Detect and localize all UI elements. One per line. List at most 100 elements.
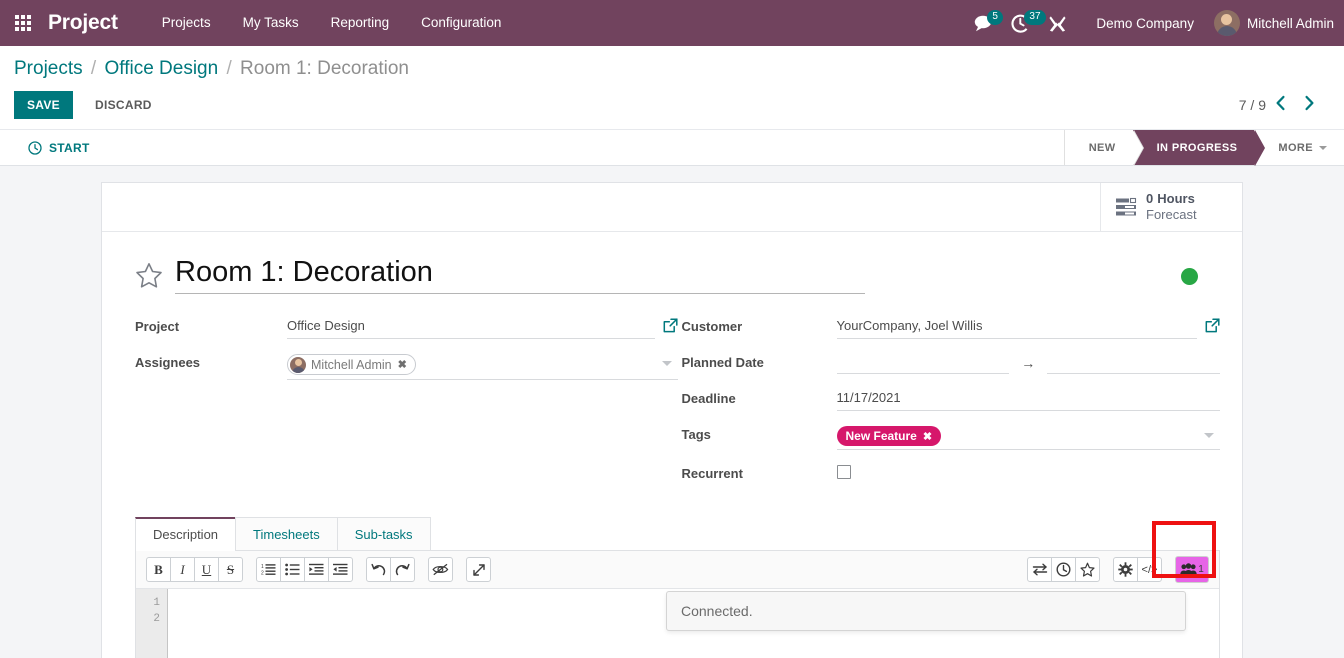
notebook: Description Timesheets Sub-tasks B I U S <box>102 505 1242 658</box>
kanban-state-dot[interactable] <box>1181 268 1198 285</box>
exchange-arrows-icon[interactable] <box>1027 557 1052 582</box>
users-group-icon <box>1180 563 1197 577</box>
planned-date-start-input[interactable] <box>837 352 1010 374</box>
stage-in-progress[interactable]: IN PROGRESS <box>1133 130 1255 165</box>
pager-previous-button[interactable] <box>1266 95 1295 115</box>
chevron-down-icon[interactable] <box>1204 433 1214 438</box>
user-menu-button[interactable]: Mitchell Admin <box>1208 10 1334 36</box>
description-editor: B I U S 1 2 <box>135 551 1220 658</box>
menu-item-reporting[interactable]: Reporting <box>315 0 406 46</box>
stage-new-label: NEW <box>1089 142 1116 154</box>
activities-button[interactable]: 37 <box>1002 0 1039 46</box>
menu-item-my-tasks[interactable]: My Tasks <box>227 0 315 46</box>
field-label-tags: Tags <box>682 424 837 442</box>
task-name-field[interactable]: Room 1: Decoration <box>175 254 865 294</box>
debug-tools-button[interactable] <box>1039 0 1076 46</box>
italic-icon[interactable]: I <box>170 557 195 582</box>
toolbar-group-history <box>366 557 415 582</box>
tab-timesheets[interactable]: Timesheets <box>235 517 338 550</box>
pager-next-button[interactable] <box>1295 95 1324 115</box>
hours-forecast-icon <box>1115 197 1137 217</box>
messages-count-badge: 5 <box>987 10 1003 25</box>
task-name-value[interactable]: Room 1: Decoration <box>175 254 865 294</box>
planned-date-end-input[interactable] <box>1047 352 1220 374</box>
messages-button[interactable]: 5 <box>965 0 1002 46</box>
bold-icon[interactable]: B <box>146 557 171 582</box>
field-row-recurrent: Recurrent <box>682 463 1221 486</box>
eye-slash-preview-icon[interactable] <box>428 557 453 582</box>
apps-menu-button[interactable] <box>0 0 46 46</box>
unordered-list-icon[interactable] <box>280 557 305 582</box>
field-value-deadline[interactable]: 11/17/2021 <box>837 388 1221 411</box>
remove-tag-icon[interactable]: ✖ <box>923 430 932 443</box>
main-menu: Projects My Tasks Reporting Configuratio… <box>146 0 518 46</box>
user-name-label: Mitchell Admin <box>1247 16 1334 31</box>
field-row-tags: Tags New Feature ✖ <box>682 424 1221 450</box>
gear-icon[interactable] <box>1113 557 1138 582</box>
chevron-down-icon[interactable] <box>662 361 672 366</box>
company-switcher[interactable]: Demo Company <box>1076 16 1208 31</box>
record-sheet: 0Hours Forecast Room 1: Decoration Proje… <box>101 182 1243 658</box>
code-icon[interactable]: </> <box>1137 557 1162 582</box>
toolbar-group-preview <box>428 557 453 582</box>
start-timer-button[interactable]: START <box>0 130 104 165</box>
chevron-left-icon <box>1275 95 1286 111</box>
toolbar-group-advanced: </> <box>1113 557 1162 582</box>
pager-value[interactable]: 7 / 9 <box>1239 97 1266 113</box>
save-button[interactable]: SAVE <box>14 91 73 119</box>
collaborators-button[interactable]: 1 <box>1175 556 1209 583</box>
external-link-icon[interactable] <box>1205 318 1220 336</box>
ordered-list-icon[interactable]: 1 2 <box>256 557 281 582</box>
underline-icon[interactable]: U <box>194 557 219 582</box>
discard-button[interactable]: DISCARD <box>83 91 164 119</box>
form-view-container: 0Hours Forecast Room 1: Decoration Proje… <box>0 166 1344 658</box>
statusbar-stages: NEW IN PROGRESS MORE <box>1064 130 1344 165</box>
tab-description[interactable]: Description <box>135 517 236 551</box>
status-row: START NEW IN PROGRESS MORE <box>0 130 1344 166</box>
form-fields: Project Office Design Assignees <box>102 298 1242 505</box>
assignee-chip[interactable]: Mitchell Admin ✖ <box>287 354 416 375</box>
recurrent-checkbox[interactable] <box>837 465 851 479</box>
clock-icon[interactable] <box>1051 557 1076 582</box>
tab-sub-tasks[interactable]: Sub-tasks <box>337 517 431 550</box>
stage-more-dropdown[interactable]: MORE <box>1254 130 1344 165</box>
field-value-customer[interactable]: YourCompany, Joel Willis <box>837 316 1198 339</box>
menu-item-configuration[interactable]: Configuration <box>405 0 517 46</box>
redo-icon[interactable] <box>390 557 415 582</box>
outdent-icon[interactable] <box>328 557 353 582</box>
undo-icon[interactable] <box>366 557 391 582</box>
field-row-planned-date: Planned Date → <box>682 352 1221 375</box>
field-label-project: Project <box>135 316 287 334</box>
star-outline-icon[interactable] <box>1075 557 1100 582</box>
toolbar-group-lists: 1 2 <box>256 557 353 582</box>
field-label-recurrent: Recurrent <box>682 463 837 481</box>
stage-new[interactable]: NEW <box>1065 130 1133 165</box>
tag-chip-new-feature[interactable]: New Feature ✖ <box>837 426 942 446</box>
expand-arrows-icon[interactable] <box>466 557 491 582</box>
field-row-customer: Customer YourCompany, Joel Willis <box>682 316 1221 339</box>
field-label-assignees: Assignees <box>135 352 287 370</box>
external-link-icon[interactable] <box>663 318 678 336</box>
navbar-systray: 5 37 Demo Company Mitchell Admin <box>965 0 1334 46</box>
clock-icon <box>28 141 42 155</box>
field-row-assignees: Assignees Mitchell Admin ✖ <box>135 352 678 380</box>
field-value-project[interactable]: Office Design <box>287 316 655 339</box>
stat-button-hours-forecast[interactable]: 0Hours Forecast <box>1100 183 1242 231</box>
remove-assignee-icon[interactable]: ✖ <box>398 358 407 371</box>
field-value-planned-date: → <box>837 352 1221 374</box>
star-outline-icon[interactable] <box>135 262 163 292</box>
wrench-tools-icon <box>1048 14 1067 33</box>
indent-icon[interactable] <box>304 557 329 582</box>
breadcrumb-item-projects[interactable]: Projects <box>14 58 83 79</box>
date-range-arrow-icon: → <box>1009 352 1047 374</box>
field-value-tags[interactable]: New Feature ✖ <box>837 424 1221 450</box>
menu-item-projects[interactable]: Projects <box>146 0 227 46</box>
stat-hours-value: 0 <box>1146 191 1153 207</box>
field-value-assignees[interactable]: Mitchell Admin ✖ <box>287 352 678 380</box>
app-brand-title: Project <box>46 11 124 35</box>
strikethrough-icon[interactable]: S <box>218 557 243 582</box>
breadcrumb-item-office-design[interactable]: Office Design <box>104 58 218 79</box>
editor-body: 1 2 Connected. <box>136 589 1219 658</box>
underline-glyph: U <box>202 562 211 578</box>
field-row-deadline: Deadline 11/17/2021 <box>682 388 1221 411</box>
